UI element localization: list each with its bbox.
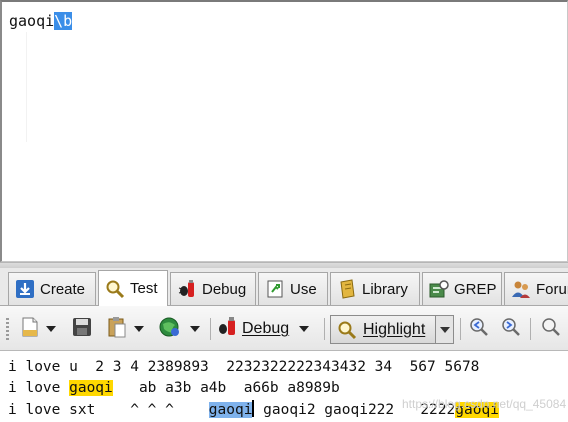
tab-forum[interactable]: Forum bbox=[504, 272, 568, 305]
next-match-button[interactable] bbox=[498, 316, 524, 342]
tab-library-label: Library bbox=[362, 280, 408, 298]
save-button[interactable] bbox=[70, 316, 94, 342]
tab-test-label: Test bbox=[130, 280, 158, 297]
floppy-disk-icon bbox=[72, 317, 92, 341]
tab-create[interactable]: Create bbox=[8, 272, 96, 305]
editor-guide bbox=[26, 32, 27, 142]
regex-editor[interactable]: gaoqi\b bbox=[0, 0, 568, 262]
new-document-icon bbox=[20, 316, 40, 342]
test-line-1: i love u 2 3 4 2389893 2232322222343432 … bbox=[8, 359, 480, 375]
find-button[interactable] bbox=[538, 316, 564, 342]
tab-debug[interactable]: Debug bbox=[170, 272, 256, 305]
new-button[interactable] bbox=[18, 316, 42, 342]
highlight-dropdown[interactable] bbox=[435, 316, 453, 343]
regex-selection: \b bbox=[54, 12, 73, 30]
current-match-highlight: gaoqi bbox=[208, 402, 253, 418]
use-icon bbox=[265, 279, 285, 299]
highlight-button-label: Highlight bbox=[363, 320, 426, 338]
toolbar: Debug Highlight bbox=[0, 306, 568, 351]
web-button[interactable] bbox=[156, 316, 182, 342]
debug-bug-icon bbox=[216, 316, 238, 342]
tab-grep-label: GREP bbox=[454, 280, 497, 298]
test-line-3-text: i love sxt ^ ^ ^ bbox=[8, 402, 209, 418]
tab-use[interactable]: Use bbox=[258, 272, 328, 305]
search-icon bbox=[540, 316, 562, 342]
debug-button[interactable]: Debug bbox=[216, 316, 320, 342]
zoom-previous-icon bbox=[468, 316, 490, 342]
tab-grep[interactable]: GREP bbox=[422, 272, 502, 305]
chevron-down-icon bbox=[46, 326, 56, 332]
library-icon bbox=[337, 279, 357, 299]
debug-bug-icon bbox=[177, 279, 197, 299]
chevron-down-icon bbox=[299, 326, 310, 332]
regex-text[interactable]: gaoqi\b bbox=[9, 12, 73, 31]
create-icon bbox=[15, 279, 35, 299]
tab-library[interactable]: Library bbox=[330, 272, 420, 305]
test-line-2-text: i love bbox=[8, 380, 70, 396]
toolbar-separator bbox=[460, 318, 461, 340]
globe-icon bbox=[158, 316, 180, 342]
new-dropdown[interactable] bbox=[44, 316, 58, 342]
test-line-2-rest: ab a3b a4b a66b a8989b bbox=[112, 380, 340, 396]
toolbar-separator bbox=[530, 318, 531, 340]
tab-debug-label: Debug bbox=[202, 280, 247, 298]
regex-plain: gaoqi bbox=[9, 12, 55, 30]
debug-button-label: Debug bbox=[242, 320, 290, 337]
grep-icon bbox=[429, 279, 449, 299]
tab-create-label: Create bbox=[40, 280, 86, 298]
chevron-down-icon bbox=[439, 326, 450, 333]
toolbar-separator bbox=[324, 318, 325, 340]
test-line-2: i love gaoqi ab a3b a4b a66b a8989b bbox=[8, 379, 340, 397]
test-subject-text[interactable]: i love u 2 3 4 2389893 2232322222343432 … bbox=[0, 351, 568, 422]
toolbar-separator bbox=[210, 318, 211, 340]
match-highlight: gaoqi bbox=[455, 402, 499, 418]
tab-use-label: Use bbox=[290, 280, 317, 298]
tab-forum-label: Forum bbox=[536, 280, 568, 298]
forum-users-icon bbox=[511, 279, 531, 299]
match-highlight: gaoqi bbox=[69, 380, 113, 396]
highlight-button[interactable]: Highlight bbox=[330, 315, 454, 344]
test-line-3: i love sxt ^ ^ ^ gaoqi gaoqi2 gaoqi222 2… bbox=[8, 400, 499, 419]
chevron-down-icon bbox=[190, 326, 200, 332]
test-line-3-rest: gaoqi2 gaoqi222 2222 bbox=[254, 402, 456, 418]
zoom-next-icon bbox=[500, 316, 522, 342]
tab-bar: Create Test Debug Use Library GREP Foru bbox=[0, 268, 568, 306]
toolbar-grip[interactable] bbox=[6, 318, 9, 340]
magnifier-icon bbox=[105, 279, 125, 299]
clipboard-icon bbox=[107, 316, 127, 342]
tab-test[interactable]: Test bbox=[98, 270, 168, 306]
previous-match-button[interactable] bbox=[466, 316, 492, 342]
magnifier-icon bbox=[337, 320, 357, 340]
paste-button[interactable] bbox=[104, 316, 130, 342]
web-dropdown[interactable] bbox=[188, 316, 202, 342]
chevron-down-icon bbox=[134, 326, 144, 332]
paste-dropdown[interactable] bbox=[132, 316, 146, 342]
